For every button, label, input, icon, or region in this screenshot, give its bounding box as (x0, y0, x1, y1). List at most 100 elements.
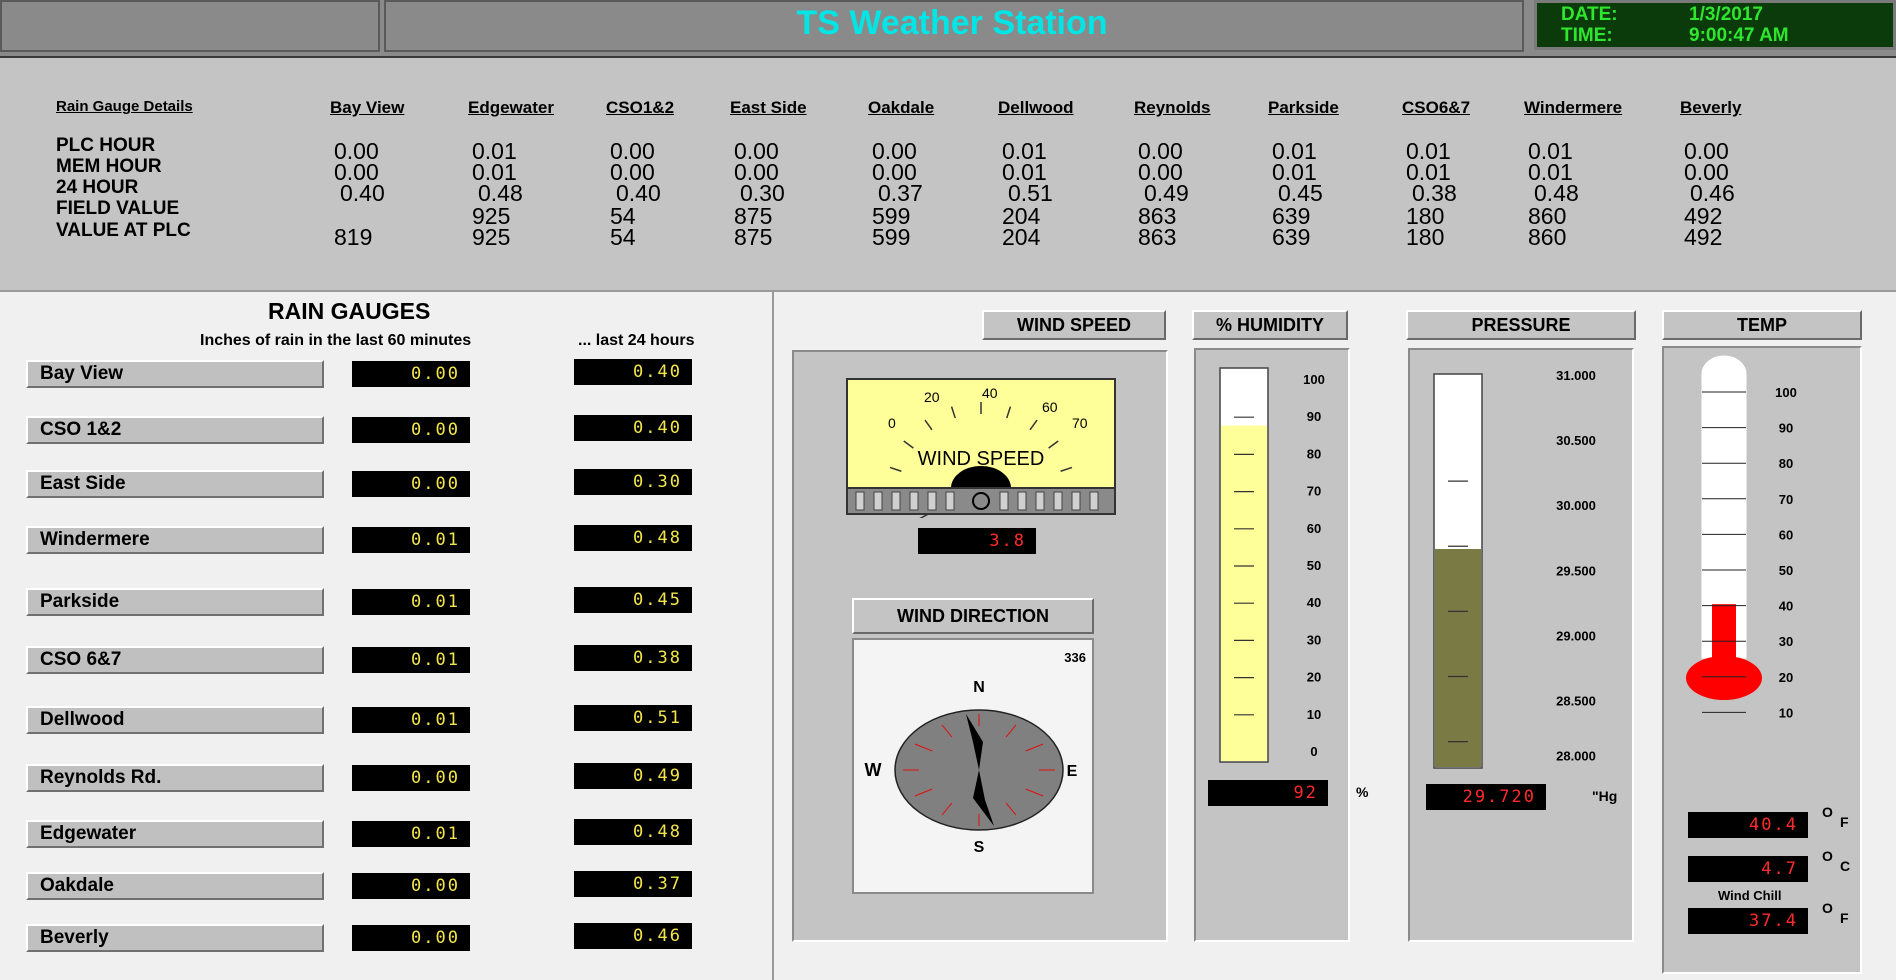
meter-slot (1071, 491, 1081, 511)
meter-slot (1035, 491, 1045, 511)
wind-chill-value: 37.4 (1688, 908, 1808, 934)
rain-60min-value: 0.01 (352, 527, 470, 553)
humidity-tick-label: 40 (1307, 595, 1321, 610)
pressure-tick-label: 30.500 (1556, 433, 1596, 448)
details-column-header: Reynolds (1134, 98, 1211, 117)
date-value: 1/3/2017 (1689, 4, 1763, 25)
rain-gauge-label: CSO 1&2 (26, 416, 324, 444)
row-label-24-hour: 24 HOUR (56, 177, 139, 198)
rain-60min-value: 0.00 (352, 925, 470, 951)
wind-speed-meter: 0 20 40 60 70 WIND SPEED (846, 378, 1116, 518)
temp-tick-label: 100 (1775, 385, 1797, 400)
compass-south-label: S (974, 839, 985, 856)
humidity-tick-label: 50 (1307, 558, 1321, 573)
rain-24h-value: 0.40 (574, 415, 692, 441)
rain-gauge-label: Bay View (26, 360, 324, 388)
wind-speed-value: 3.8 (918, 528, 1036, 554)
details-column-header: Bay View (330, 98, 405, 117)
meter-slot (909, 491, 919, 511)
pressure-tick-label: 31.000 (1556, 368, 1596, 383)
rain-gauges-panel: RAIN GAUGES Inches of rain in the last 6… (0, 292, 774, 980)
compass-west-label: W (865, 760, 882, 780)
meter-slot (999, 491, 1009, 511)
rain-60min-value: 0.01 (352, 589, 470, 615)
pressure-title: PRESSURE (1406, 310, 1636, 340)
temp-tick-label: 90 (1779, 421, 1793, 436)
time-value: 9:00:47 AM (1689, 25, 1789, 46)
rain-60min-value: 0.01 (352, 821, 470, 847)
rain-gauge-label: Dellwood (26, 706, 324, 734)
wind-chill-unit: F (1840, 910, 1849, 926)
details-column-header: Dellwood (998, 98, 1074, 117)
temp-tick-label: 70 (1779, 492, 1793, 507)
details-value-plc: 180 (1406, 224, 1445, 250)
rain-24h-value: 0.51 (574, 705, 692, 731)
row-label-field-value: FIELD VALUE (56, 198, 180, 219)
wind-chill-label: Wind Chill (1718, 888, 1782, 903)
temp-tick-label: 20 (1779, 670, 1793, 685)
rain-gauge-details-panel: Rain Gauge Details PLC HOUR MEM HOUR 24 … (0, 58, 1896, 292)
rain-60min-value: 0.00 (352, 417, 470, 443)
humidity-tick-label: 80 (1307, 446, 1321, 461)
rain-gauge-label: Parkside (26, 588, 324, 616)
temp-c-unit: C (1840, 858, 1851, 874)
temp-tick-label: 30 (1779, 634, 1793, 649)
rain-24h-value: 0.45 (574, 587, 692, 613)
meter-slot (945, 491, 955, 511)
details-value-plc: 863 (1138, 224, 1177, 250)
details-value-plc: 204 (1002, 224, 1041, 250)
page-title: TS Weather Station (796, 4, 1108, 42)
rain-subtitle-60min: Inches of rain in the last 60 minutes (200, 332, 472, 349)
rain-24h-value: 0.37 (574, 871, 692, 897)
humidity-fill (1221, 425, 1267, 761)
pressure-unit: "Hg (1592, 788, 1618, 804)
humidity-tick-label: 0 (1310, 744, 1317, 759)
temp-fahrenheit-value: 40.4 (1688, 812, 1808, 838)
rain-gauge-label: CSO 6&7 (26, 646, 324, 674)
details-value-plc: 860 (1528, 224, 1567, 250)
humidity-tick-label: 10 (1307, 707, 1321, 722)
meter-tick-label-60: 60 (1042, 399, 1058, 415)
header-left-panel (0, 0, 380, 52)
rain-gauge-label: East Side (26, 470, 324, 498)
details-column-header: East Side (730, 98, 807, 117)
meter-adjust-knob (972, 492, 990, 510)
meter-slot (891, 491, 901, 511)
row-label-value-at-plc: VALUE AT PLC (56, 220, 191, 241)
details-section-label: Rain Gauge Details (56, 98, 193, 115)
time-label: TIME: (1561, 25, 1613, 46)
wind-speed-title: WIND SPEED (982, 310, 1166, 340)
rain-60min-value: 0.01 (352, 707, 470, 733)
temp-f-degree-symbol: O (1822, 804, 1833, 820)
humidity-gauge: 1009080706050403020100 (1219, 367, 1325, 763)
details-column-header: Oakdale (868, 98, 935, 117)
pressure-tick-label: 28.500 (1556, 694, 1596, 709)
details-value-h24: 0.40 (340, 180, 385, 206)
meter-tick-label-20: 20 (924, 389, 940, 405)
temp-tick-label: 80 (1779, 456, 1793, 471)
temp-title: TEMP (1662, 310, 1862, 340)
details-value-plc: 819 (334, 224, 373, 250)
rain-60min-value: 0.01 (352, 647, 470, 673)
temp-tick-label: 60 (1779, 527, 1793, 542)
thermometer: 1009080706050403020100 (1686, 355, 1797, 720)
rain-24h-value: 0.48 (574, 525, 692, 551)
wind-direction-title: WIND DIRECTION (852, 598, 1094, 634)
details-column-header: Edgewater (468, 98, 554, 117)
row-label-plc-hour: PLC HOUR (56, 135, 156, 156)
rain-60min-value: 0.00 (352, 361, 470, 387)
details-value-plc: 492 (1684, 224, 1723, 250)
temp-tick-label: 50 (1779, 563, 1793, 578)
rain-gauge-label: Edgewater (26, 820, 324, 848)
meter-tick-label-0: 0 (888, 415, 896, 431)
date-label: DATE: (1561, 4, 1618, 25)
pressure-value: 29.720 (1426, 784, 1546, 810)
rain-60min-value: 0.00 (352, 873, 470, 899)
rain-24h-value: 0.49 (574, 763, 692, 789)
details-column-header: CSO6&7 (1402, 98, 1471, 117)
rain-gauges-title: RAIN GAUGES (268, 298, 431, 324)
meter-tick-label-70: 70 (1072, 415, 1088, 431)
details-value-plc: 875 (734, 224, 773, 250)
compass: N S E W (865, 679, 1078, 856)
rain-24h-value: 0.48 (574, 819, 692, 845)
